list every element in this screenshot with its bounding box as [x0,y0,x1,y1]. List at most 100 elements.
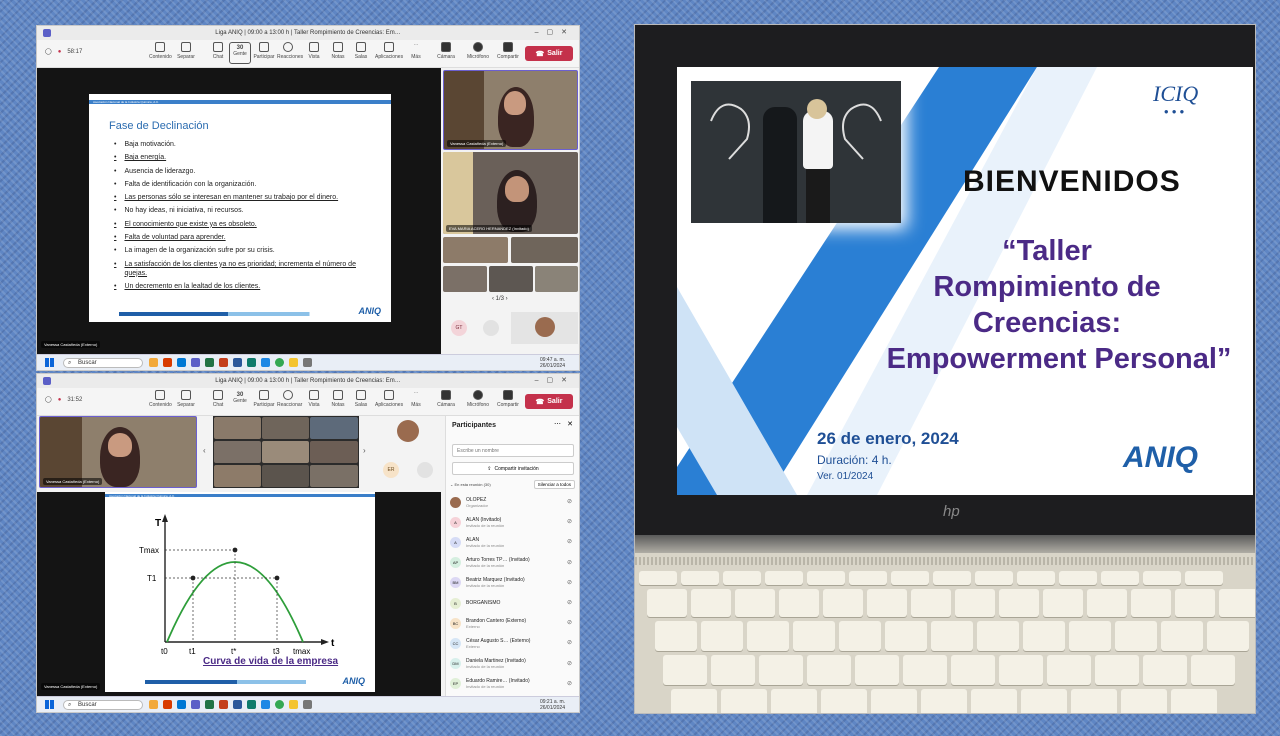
participant-row[interactable]: DM Daniela Martinez (Invitado) Invitado de… [450,654,579,674]
participant-row[interactable]: EP Eduardo Ramire… (Invitado) Invitado de … [450,674,579,694]
video-tile-small[interactable] [489,266,533,292]
app-icon[interactable] [191,700,200,709]
mic-muted-icon[interactable]: ⊘ [567,498,572,505]
video-tile-vanessa[interactable]: Vanessa Castañeda (Externo) [39,416,197,488]
video-tile-small[interactable] [214,465,261,487]
more-options-icon[interactable]: ⋯ [554,420,561,428]
app-icon[interactable] [275,358,284,367]
video-tile-eva[interactable]: EVA MARIA ACERO HERNANDEZ (Invitado) [443,152,578,234]
mic-muted-icon[interactable]: ⊘ [567,639,572,646]
video-tile-small[interactable] [214,441,261,463]
toolbar-notas-button[interactable]: Notas [327,42,349,60]
app-icon[interactable] [219,700,228,709]
chevron-left-icon[interactable]: ‹ [203,446,206,455]
app-icon[interactable] [163,700,172,709]
app-icon[interactable] [303,700,312,709]
participant-search-input[interactable] [452,444,574,457]
chevron-right-icon[interactable]: › [504,296,508,302]
toolbar-mas-button[interactable]: ⋯ Más [405,390,427,408]
toolbar-chat-button[interactable]: Chat [207,390,229,408]
toolbar-vista-button[interactable]: Vista [303,390,325,408]
toolbar-aplicaciones-button[interactable]: Aplicaciones [375,390,403,408]
mic-muted-icon[interactable]: ⊘ [567,559,572,566]
participant-row[interactable]: CC César Augusto S… (Externo) Externo ⊘ [450,633,579,653]
mic-muted-icon[interactable]: ⊘ [567,619,572,626]
toolbar-people-button[interactable]: 30 Gente [229,390,251,404]
toolbar-aplicaciones-button[interactable]: Aplicaciones [375,42,403,60]
app-icon[interactable] [177,700,186,709]
video-tile-small[interactable] [443,266,487,292]
participant-row[interactable]: BM Beatriz Marquez (Invitado) Invitado de … [450,573,579,593]
toolbar-people-button[interactable]: 30 Gente [229,42,251,64]
close-icon[interactable]: ✕ [567,420,573,428]
toolbar-participar-button[interactable]: Participar [253,42,275,60]
app-icon[interactable] [233,358,242,367]
leave-meeting-button[interactable]: ☎ Salir [525,394,573,409]
participant-row[interactable]: A ALAN Invitado de la reunión ⊘ [450,532,579,552]
leave-meeting-button[interactable]: ☎ Salir [525,46,573,61]
toolbar-reacciones-button[interactable]: Reacciones [277,42,303,60]
mic-muted-icon[interactable]: ⊘ [567,660,572,667]
toolbar-microfono-button[interactable]: Micrófono [465,42,491,60]
video-tile-small[interactable] [443,237,508,263]
toolbar-microfono-button[interactable]: Micrófono [465,390,491,408]
mic-muted-icon[interactable]: ⊘ [567,538,572,545]
toolbar-mas-button[interactable]: ⋯ Más [405,42,427,60]
mic-muted-icon[interactable]: ⊘ [567,518,572,525]
app-icon[interactable] [261,700,270,709]
app-icon[interactable] [303,358,312,367]
toolbar-notas-button[interactable]: Notas [327,390,349,408]
app-icon[interactable] [275,700,284,709]
app-icon[interactable] [247,700,256,709]
window-controls-icon[interactable]: –▢✕ [535,28,575,36]
app-icon[interactable] [247,358,256,367]
app-icon[interactable] [289,358,298,367]
video-tile-small[interactable] [310,465,358,487]
app-icon[interactable] [205,700,214,709]
app-icon[interactable] [261,358,270,367]
mic-muted-icon[interactable]: ⊘ [567,680,572,687]
participant-row[interactable]: AP Arturo Torres TP… (Invitado) Invitado d… [450,553,579,573]
chevron-right-icon[interactable]: › [363,446,366,455]
app-icon[interactable] [177,358,186,367]
toolbar-salas-button[interactable]: Salas [350,42,372,60]
video-tile-small[interactable] [310,441,358,463]
windows-start-icon[interactable] [45,358,54,367]
app-icon[interactable] [149,358,158,367]
toolbar-vista-button[interactable]: Vista [303,42,325,60]
mic-muted-icon[interactable]: ⊘ [567,599,572,606]
participant-row[interactable]: A ALAN (Invitado) Invitado de la reunión ⊘ [450,512,579,532]
app-icon[interactable] [289,700,298,709]
video-tile-small[interactable] [262,417,309,439]
video-tile-small[interactable] [310,417,358,439]
toolbar-contenido-button[interactable]: Contenido [149,390,172,408]
app-icon[interactable] [163,358,172,367]
self-view-tile[interactable] [511,312,578,344]
toolbar-participar-button[interactable]: Participar [253,390,275,408]
taskbar-search[interactable]: ⌕ Buscar [63,357,143,368]
app-icon[interactable] [219,358,228,367]
in-meeting-section[interactable]: ⌄ En esta reunión (30) [450,482,491,487]
participant-row[interactable]: BC Brandon Cantero (Externo) Externo ⊘ [450,613,579,633]
gallery-pager[interactable]: ‹ 1/3 › [492,296,508,302]
toolbar-salas-button[interactable]: Salas [350,390,372,408]
app-icon[interactable] [205,358,214,367]
video-tile-small[interactable] [535,266,578,292]
mute-all-button[interactable]: Silenciar a todos [533,480,575,489]
toolbar-camara-button[interactable]: Cámara [435,390,457,408]
toolbar-separar-button[interactable]: Separar [175,390,197,408]
taskbar-search[interactable]: ⌕ Buscar [63,699,143,710]
app-icon[interactable] [233,700,242,709]
video-tile-small[interactable] [262,441,309,463]
mic-muted-icon[interactable]: ⊘ [567,579,572,586]
windows-start-icon[interactable] [45,700,54,709]
participant-row[interactable]: B BORGANISMO ⊘ [450,593,579,613]
toolbar-contenido-button[interactable]: Contenido [149,42,172,60]
toolbar-chat-button[interactable]: Chat [207,42,229,60]
participant-row[interactable]: OLOPEZ Organizador ⊘ [450,492,579,512]
app-icon[interactable] [191,358,200,367]
share-invite-button[interactable]: ⇪ Compartir invitación [452,462,574,475]
toolbar-compartir-button[interactable]: Compartir [495,42,521,60]
toolbar-compartir-button[interactable]: Compartir [495,390,521,408]
video-tile-small[interactable] [262,465,309,487]
